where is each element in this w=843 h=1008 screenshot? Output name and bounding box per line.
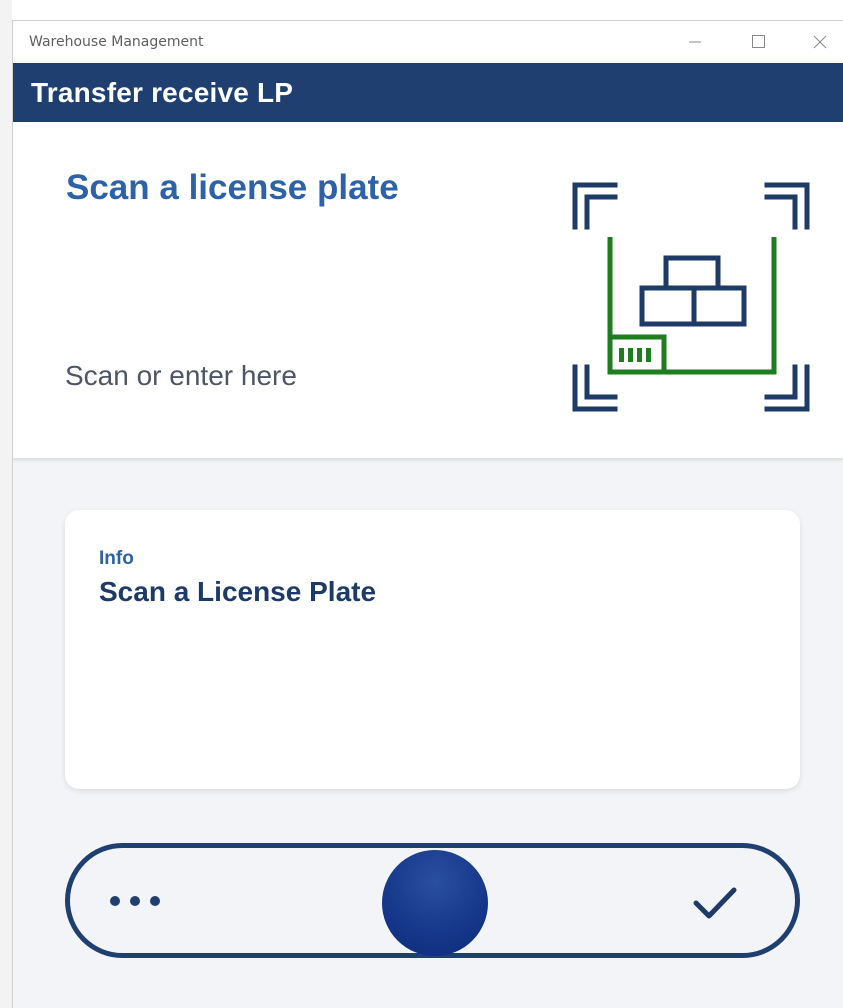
- window-title: Warehouse Management: [29, 34, 204, 50]
- minimize-button[interactable]: [683, 30, 707, 54]
- scan-panel: Scan a license plate: [13, 122, 843, 458]
- confirm-button[interactable]: [690, 878, 740, 928]
- scan-input[interactable]: [65, 354, 485, 398]
- more-options-button[interactable]: [110, 876, 180, 926]
- close-button[interactable]: [808, 30, 832, 54]
- page-title: Transfer receive LP: [31, 77, 294, 108]
- action-bar: [65, 843, 800, 958]
- info-message: Scan a License Plate: [99, 576, 377, 607]
- checkmark-icon: [693, 887, 737, 919]
- maximize-button[interactable]: [746, 30, 770, 54]
- more-dots-icon: [150, 896, 160, 906]
- minimize-icon: [689, 41, 701, 43]
- title-bar: Warehouse Management: [13, 21, 843, 63]
- license-plate-scan-icon: [572, 182, 810, 412]
- info-label: Info: [99, 548, 134, 569]
- more-dots-icon: [130, 896, 140, 906]
- app-header: Transfer receive LP: [13, 63, 843, 122]
- more-dots-icon: [110, 896, 120, 906]
- info-card: Info Scan a License Plate: [65, 510, 800, 789]
- app-window: Warehouse Management Transfer receive LP…: [12, 20, 843, 1008]
- primary-action-button[interactable]: [382, 850, 488, 956]
- scan-prompt-title: Scan a license plate: [66, 168, 399, 207]
- desktop-background: [0, 0, 12, 1008]
- maximize-icon: [752, 35, 765, 48]
- close-icon: [813, 35, 827, 49]
